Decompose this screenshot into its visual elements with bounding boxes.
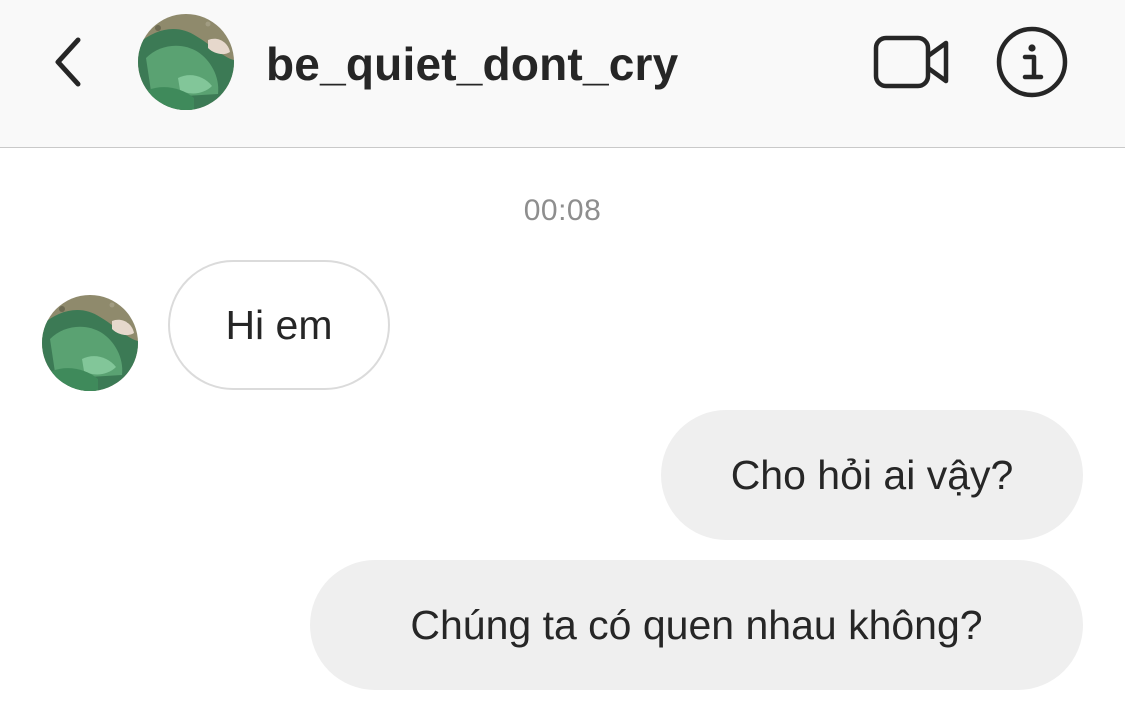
video-camera-icon bbox=[873, 35, 949, 89]
info-button[interactable] bbox=[994, 24, 1070, 100]
avatar-photo bbox=[42, 295, 138, 391]
chat-header: be_quiet_dont_cry bbox=[0, 0, 1125, 148]
chevron-left-icon bbox=[55, 37, 81, 87]
message-timestamp: 00:08 bbox=[523, 194, 602, 227]
message-bubble-outgoing[interactable]: Cho hỏi ai vậy? bbox=[661, 410, 1083, 540]
back-button[interactable] bbox=[40, 30, 96, 94]
avatar-photo bbox=[138, 14, 234, 110]
sender-avatar[interactable] bbox=[42, 295, 138, 391]
message-bubble-outgoing[interactable]: Chúng ta có quen nhau không? bbox=[310, 560, 1083, 690]
video-call-button[interactable] bbox=[872, 30, 952, 94]
contact-username[interactable]: be_quiet_dont_cry bbox=[266, 34, 678, 94]
message-bubble-incoming[interactable]: Hi em bbox=[168, 260, 390, 390]
contact-avatar[interactable] bbox=[138, 14, 234, 110]
info-icon bbox=[996, 26, 1068, 98]
